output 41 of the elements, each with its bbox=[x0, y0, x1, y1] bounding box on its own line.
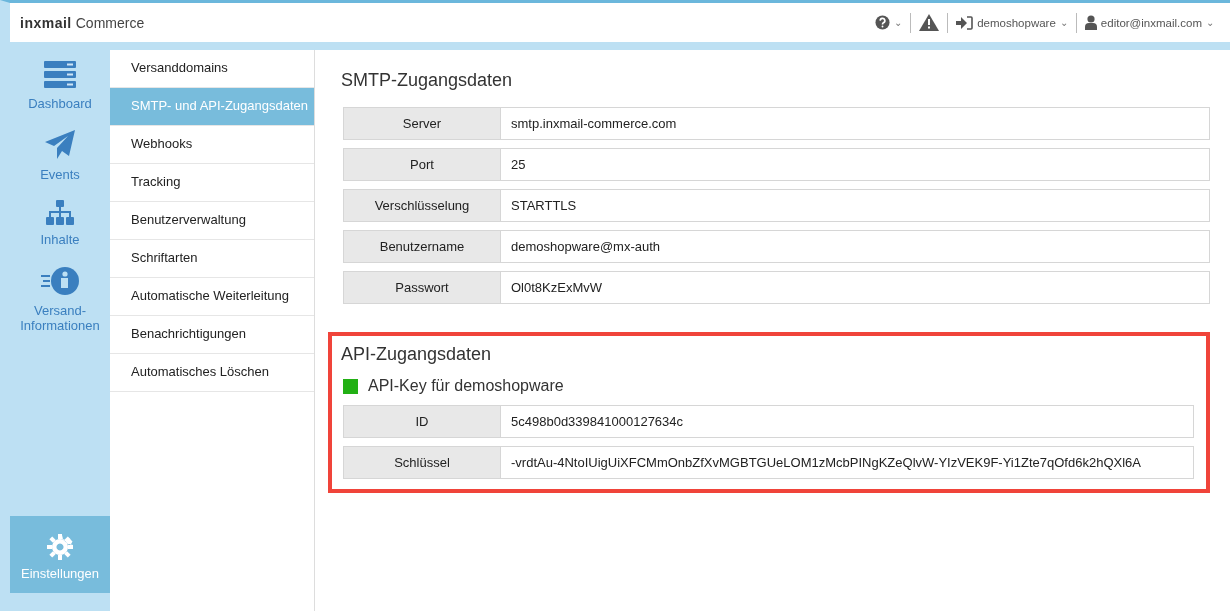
settings-icon bbox=[47, 534, 73, 560]
submenu-item[interactable]: Automatische Weiterleitung bbox=[110, 278, 314, 316]
field-label: Verschlüsselung bbox=[344, 190, 501, 221]
api-key-title: API-Key für demoshopware bbox=[368, 377, 564, 395]
help-icon[interactable] bbox=[875, 15, 891, 30]
user-icon bbox=[1084, 15, 1097, 30]
section-title: API-Zugangsdaten bbox=[341, 344, 493, 365]
field-value: 5c498b0d339841000127634c bbox=[510, 413, 685, 431]
info-icon bbox=[40, 265, 80, 297]
field-value: 25 bbox=[510, 156, 527, 174]
field-value: STARTTLS bbox=[510, 197, 578, 215]
brand-logo: inxmail bbox=[20, 14, 72, 31]
submenu-item[interactable]: Automatisches Löschen bbox=[110, 354, 314, 392]
sign-in-icon bbox=[956, 15, 974, 30]
user-menu[interactable]: editor@inxmail.com bbox=[1100, 16, 1202, 29]
field-value: smtp.inxmail-commerce.com bbox=[510, 115, 678, 133]
submenu-item[interactable]: Tracking bbox=[110, 164, 314, 202]
field-label: Passwort bbox=[344, 272, 501, 303]
field-label: ID bbox=[344, 406, 501, 437]
caret-icon[interactable]: ⌄ bbox=[1059, 17, 1068, 28]
sitemap-icon bbox=[45, 200, 75, 226]
field-label: Benutzername bbox=[344, 231, 501, 262]
submenu-item[interactable]: Webhooks bbox=[110, 126, 314, 164]
submenu-item[interactable]: Benachrichtigungen bbox=[110, 316, 314, 354]
caret-icon[interactable]: ⌄ bbox=[1206, 17, 1214, 28]
server-icon bbox=[43, 60, 77, 90]
product-name: Commerce bbox=[75, 14, 145, 31]
submenu-item[interactable]: Benutzerverwaltung bbox=[110, 202, 314, 240]
field-value: demoshopware@mx-auth bbox=[510, 238, 662, 256]
section-title: SMTP-Zugangsdaten bbox=[341, 70, 514, 91]
field-label: Server bbox=[344, 108, 501, 139]
status-square bbox=[343, 378, 358, 394]
paper-plane-icon bbox=[44, 129, 76, 161]
submenu-item[interactable]: Schriftarten bbox=[110, 240, 314, 278]
caret-icon[interactable]: ⌄ bbox=[894, 17, 903, 28]
field-value: Ol0t8KzExMvW bbox=[510, 279, 603, 297]
account-menu[interactable]: demoshopware bbox=[977, 16, 1056, 29]
warning-icon[interactable] bbox=[919, 14, 940, 31]
field-label: Port bbox=[344, 149, 501, 180]
field-value: -vrdtAu-4NtoIUigUiXFCMmOnbZfXvMGBTGUeLOM1zMcbPINgKZeQlvW-YIzVEK9F-Yi1Zte7qOfd6k2hQXl6A bbox=[510, 454, 1142, 472]
field-label: Schlüssel bbox=[344, 447, 501, 478]
